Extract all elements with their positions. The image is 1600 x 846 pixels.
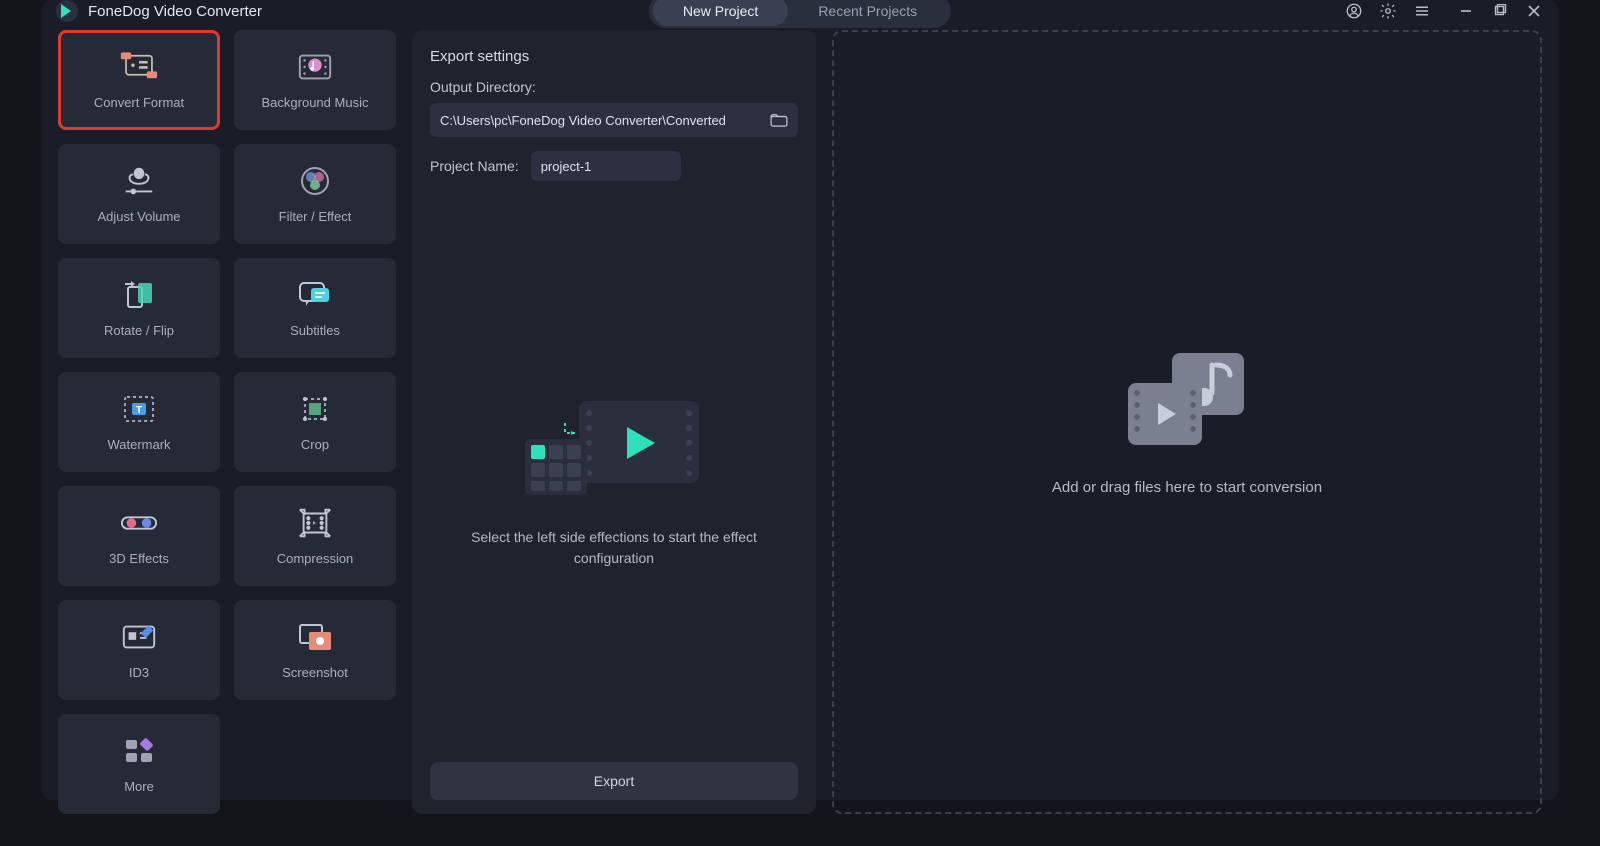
menu-icon[interactable] (1412, 1, 1432, 21)
tab-recent-projects[interactable]: Recent Projects (788, 0, 947, 26)
tool-label: Subtitles (290, 323, 340, 338)
compression-icon (296, 507, 334, 539)
placeholder-graphic-icon (519, 383, 709, 503)
tool-label: More (124, 779, 154, 794)
tool-label: Adjust Volume (97, 209, 180, 224)
convert-format-icon (120, 51, 158, 83)
tool-screenshot[interactable]: Screenshot (234, 600, 396, 700)
file-drop-zone[interactable]: Add or drag files here to start conversi… (832, 30, 1542, 814)
tool-adjust-volume[interactable]: Adjust Volume (58, 144, 220, 244)
tool-label: Crop (301, 437, 329, 452)
output-directory-path: C:\Users\pc\FoneDog Video Converter\Conv… (440, 113, 770, 128)
background-music-icon (296, 51, 334, 83)
3d-effects-icon (120, 507, 158, 539)
tool-background-music[interactable]: Background Music (234, 30, 396, 130)
project-name-input[interactable] (531, 151, 681, 181)
adjust-volume-icon (120, 165, 158, 197)
app-window: FoneDog Video Converter New Project Rece… (42, 0, 1558, 800)
export-hint-area: Select the left side effections to start… (430, 189, 798, 762)
maximize-button[interactable] (1490, 1, 1510, 21)
project-name-row: Project Name: (430, 151, 798, 181)
tool-subtitles[interactable]: Subtitles (234, 258, 396, 358)
tool-label: ID3 (129, 665, 149, 680)
tool-label: Convert Format (94, 95, 184, 110)
output-directory-label: Output Directory: (430, 79, 798, 95)
id3-icon (120, 621, 158, 653)
drop-zone-text: Add or drag files here to start conversi… (1052, 479, 1322, 496)
project-name-label: Project Name: (430, 158, 519, 174)
tool-more[interactable]: More (58, 714, 220, 814)
tool-compression[interactable]: Compression (234, 486, 396, 586)
close-button[interactable] (1524, 1, 1544, 21)
tool-label: Watermark (107, 437, 170, 452)
screenshot-icon (296, 621, 334, 653)
tool-label: 3D Effects (109, 551, 169, 566)
window-controls (1344, 1, 1544, 21)
app-logo: FoneDog Video Converter (56, 0, 262, 22)
tool-3d-effects[interactable]: 3D Effects (58, 486, 220, 586)
tool-label: Background Music (262, 95, 369, 110)
tool-label: Compression (277, 551, 354, 566)
account-icon[interactable] (1344, 1, 1364, 21)
app-title: FoneDog Video Converter (88, 3, 262, 20)
filter-effect-icon (296, 165, 334, 197)
tool-filter-effect[interactable]: Filter / Effect (234, 144, 396, 244)
minimize-button[interactable] (1456, 1, 1476, 21)
tool-label: Filter / Effect (279, 209, 352, 224)
title-bar: FoneDog Video Converter New Project Rece… (42, 0, 1558, 22)
tool-grid: Convert Format Background Music Adjust V… (58, 30, 396, 814)
export-button[interactable]: Export (430, 762, 798, 800)
export-hint-text: Select the left side effections to start… (454, 527, 774, 569)
folder-icon (770, 113, 788, 127)
tool-id3[interactable]: ID3 (58, 600, 220, 700)
rotate-flip-icon (120, 279, 158, 311)
svg-text:T: T (136, 405, 142, 416)
content-region: Convert Format Background Music Adjust V… (42, 22, 1558, 830)
tool-label: Screenshot (282, 665, 348, 680)
tool-watermark[interactable]: T Watermark (58, 372, 220, 472)
tool-label: Rotate / Flip (104, 323, 174, 338)
export-settings-title: Export settings (430, 48, 798, 65)
export-panel: Export settings Output Directory: C:\Use… (412, 30, 816, 814)
tool-crop[interactable]: Crop (234, 372, 396, 472)
play-logo-icon (56, 0, 78, 22)
tool-convert-format[interactable]: Convert Format (58, 30, 220, 130)
gear-icon[interactable] (1378, 1, 1398, 21)
more-icon (120, 735, 158, 767)
watermark-icon: T (120, 393, 158, 425)
project-tabs: New Project Recent Projects (649, 0, 951, 28)
crop-icon (296, 393, 334, 425)
subtitles-icon (296, 279, 334, 311)
drop-zone-icon (1122, 349, 1252, 449)
tool-rotate-flip[interactable]: Rotate / Flip (58, 258, 220, 358)
tab-new-project[interactable]: New Project (653, 0, 788, 26)
output-directory-field[interactable]: C:\Users\pc\FoneDog Video Converter\Conv… (430, 103, 798, 137)
